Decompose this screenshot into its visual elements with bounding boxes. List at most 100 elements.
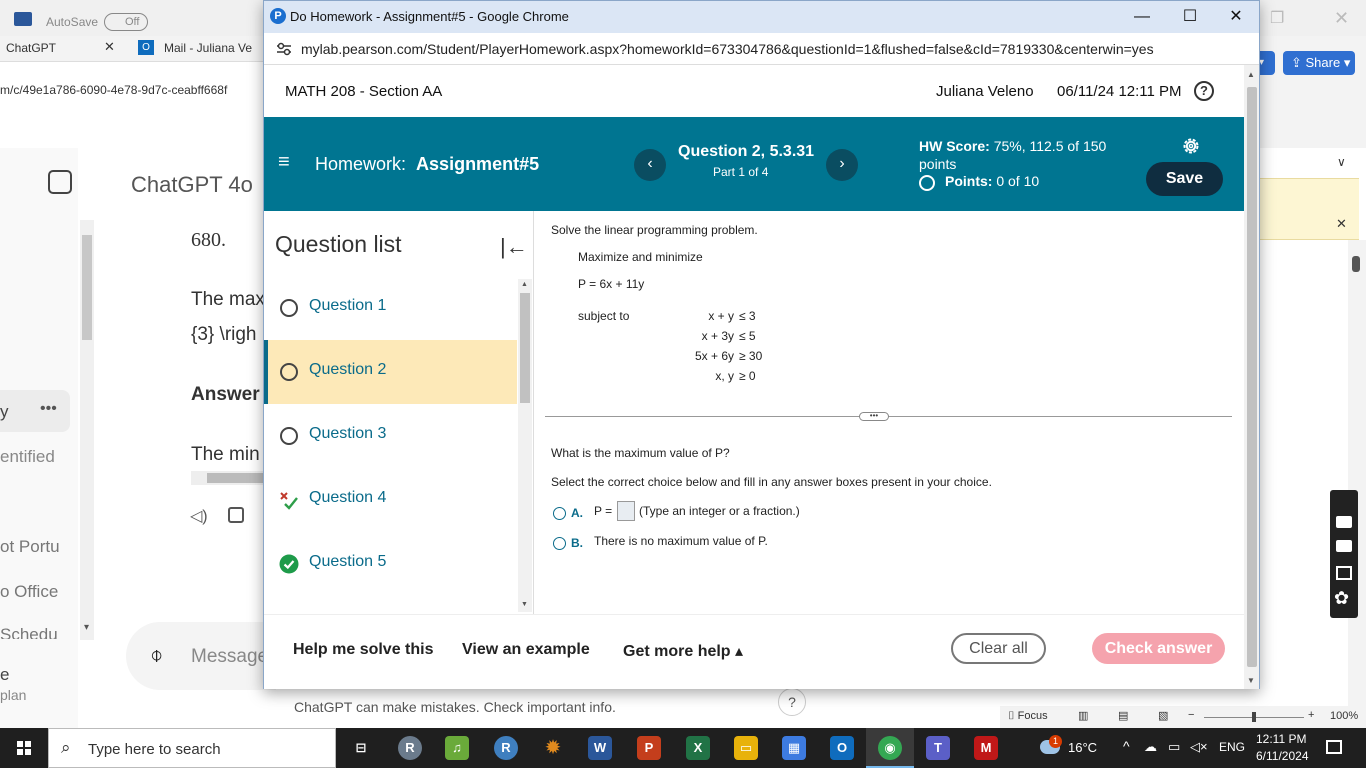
sidebar-item[interactable]: o Office xyxy=(0,582,58,602)
tab-mail[interactable]: Mail - Juliana Ve xyxy=(164,36,252,60)
sidebar-item[interactable]: Schedu xyxy=(0,625,58,639)
scroll-down-icon[interactable]: ▾ xyxy=(84,622,89,633)
rstudio-icon[interactable]: R xyxy=(398,736,422,760)
save-button[interactable]: Save xyxy=(1146,162,1223,196)
clock-time[interactable]: 12:11 PM xyxy=(1256,732,1306,746)
scroll-up-icon[interactable]: ▲ xyxy=(521,281,528,288)
settings-icon[interactable]: ✿ xyxy=(1334,588,1349,609)
window-icon[interactable] xyxy=(1336,566,1352,580)
camera-icon[interactable] xyxy=(1336,516,1352,528)
speaker-icon[interactable]: ◁) xyxy=(190,506,208,526)
choice-a-radio[interactable] xyxy=(553,507,566,520)
copy-icon[interactable] xyxy=(228,507,244,523)
music-app-icon[interactable]: ♫ xyxy=(445,736,469,760)
chatgpt-model-title[interactable]: ChatGPT 4o xyxy=(131,172,253,198)
background-url[interactable]: m/c/49e1a786-6090-4e78-9d7c-ceabff668f xyxy=(0,70,264,110)
attach-icon[interactable]: ⌽ xyxy=(150,642,163,668)
video-icon[interactable] xyxy=(1336,540,1352,552)
close-icon[interactable]: ✕ xyxy=(1214,5,1258,29)
clear-all-button[interactable]: Clear all xyxy=(951,633,1046,664)
help-me-solve-button[interactable]: Help me solve this xyxy=(293,641,434,659)
sidebar-item[interactable]: e xyxy=(0,665,9,685)
close-icon[interactable]: ✕ xyxy=(1336,216,1347,232)
volume-icon[interactable]: ◁× xyxy=(1190,739,1208,755)
battery-icon[interactable]: ▭ xyxy=(1168,739,1180,755)
focus-button[interactable]: ⌷ Focus xyxy=(1008,710,1048,723)
scrollbar-thumb[interactable] xyxy=(82,235,92,340)
zoom-in-icon[interactable]: + xyxy=(1308,709,1314,721)
file-explorer-icon[interactable]: ▭ xyxy=(734,736,758,760)
start-button[interactable] xyxy=(0,728,48,768)
choice-b-letter[interactable]: B. xyxy=(571,536,583,550)
chrome-icon[interactable]: ◉ xyxy=(878,736,902,760)
zoom-out-icon[interactable]: − xyxy=(1188,709,1194,721)
web-layout-icon[interactable]: ▧ xyxy=(1158,709,1168,722)
check-answer-button[interactable]: Check answer xyxy=(1092,633,1225,664)
sun-app-icon[interactable]: ✹ xyxy=(541,736,565,760)
outlook-icon[interactable]: O xyxy=(830,736,854,760)
help-icon[interactable]: ? xyxy=(1194,81,1214,101)
scroll-down-icon[interactable]: ▼ xyxy=(521,601,528,608)
question-list-item-2[interactable]: Question 2 xyxy=(264,340,517,404)
choice-a-letter[interactable]: A. xyxy=(571,506,583,520)
minimize-icon[interactable]: — xyxy=(1120,5,1164,29)
question-list-item-1[interactable]: Question 1 xyxy=(264,276,517,340)
previous-question-button[interactable]: ‹ xyxy=(634,149,666,181)
zoom-level[interactable]: 100% xyxy=(1330,710,1358,722)
tab-chatgpt[interactable]: ChatGPT xyxy=(6,36,56,60)
r-app-icon[interactable]: R xyxy=(494,736,518,760)
help-button[interactable]: ? xyxy=(778,688,806,716)
restore-icon[interactable]: ❐ xyxy=(1270,8,1284,28)
task-view-icon[interactable]: ⊟ xyxy=(349,736,373,760)
answer-input[interactable] xyxy=(617,501,635,521)
action-center-icon[interactable] xyxy=(1326,740,1342,754)
taskbar-search[interactable]: ⌕ Type here to search xyxy=(48,728,336,768)
clock-date[interactable]: 6/11/2024 xyxy=(1256,749,1309,763)
teams-icon[interactable]: T xyxy=(926,736,950,760)
mcafee-icon[interactable]: M xyxy=(974,736,998,760)
scroll-down-icon[interactable]: ▼ xyxy=(1247,676,1255,685)
sidebar-item[interactable]: ot Portu xyxy=(0,537,60,557)
zoom-slider-thumb[interactable] xyxy=(1252,712,1256,722)
window-titlebar[interactable]: P Do Homework - Assignment#5 - Google Ch… xyxy=(264,1,1259,33)
print-layout-icon[interactable]: ▤ xyxy=(1118,709,1128,722)
next-question-button[interactable]: › xyxy=(826,149,858,181)
share-button[interactable]: ⇪ Share ▾ xyxy=(1283,51,1355,75)
background-scrollbar[interactable] xyxy=(1348,240,1366,710)
address-bar[interactable]: mylab.pearson.com/Student/PlayerHomework… xyxy=(264,33,1259,65)
sidebar-item[interactable]: y xyxy=(0,402,9,422)
scrollbar-thumb[interactable] xyxy=(1247,87,1257,667)
chevron-down-icon[interactable]: ∨ xyxy=(1337,155,1346,169)
maximize-icon[interactable]: ☐ xyxy=(1168,5,1212,29)
excel-icon[interactable]: X xyxy=(686,736,710,760)
sidebar-item[interactable]: entified xyxy=(0,447,55,467)
choice-b-radio[interactable] xyxy=(553,537,566,550)
scrollbar-thumb[interactable] xyxy=(207,473,264,483)
menu-icon[interactable]: ≡ xyxy=(278,151,290,174)
get-more-help-button[interactable]: Get more help ▴ xyxy=(623,641,743,661)
gear-icon[interactable] xyxy=(1181,136,1201,156)
language[interactable]: ENG xyxy=(1219,740,1245,754)
chat-code-scrollbar[interactable] xyxy=(191,471,264,485)
read-mode-icon[interactable]: ▥ xyxy=(1078,709,1088,722)
powerpoint-icon[interactable]: P xyxy=(637,736,661,760)
message-input[interactable]: ⌽ Message xyxy=(126,622,276,690)
question-list-item-5[interactable]: Question 5 xyxy=(264,532,517,596)
scrollbar-thumb[interactable] xyxy=(520,293,530,403)
autosave-toggle[interactable]: Off xyxy=(104,13,148,31)
collapse-panel-icon[interactable]: |← xyxy=(500,234,528,260)
sidebar-item[interactable]: plan xyxy=(0,687,26,703)
scrollbar-thumb[interactable] xyxy=(1352,256,1360,272)
view-example-button[interactable]: View an example xyxy=(462,641,590,659)
word-icon[interactable]: W xyxy=(588,736,612,760)
scroll-up-icon[interactable]: ▲ xyxy=(1247,70,1255,79)
chevron-down-icon[interactable]: ▾ xyxy=(1259,51,1275,75)
network-icon[interactable]: ☁ xyxy=(1144,739,1157,755)
site-settings-icon[interactable] xyxy=(276,42,292,56)
tab-close-icon[interactable]: ✕ xyxy=(104,39,115,55)
weather-temp[interactable]: 16°C xyxy=(1068,740,1097,755)
store-icon[interactable]: ▦ xyxy=(782,736,806,760)
chevron-up-icon[interactable]: ^ xyxy=(1123,738,1130,754)
question-list-item-3[interactable]: Question 3 xyxy=(264,404,517,468)
divider-handle[interactable]: ••• xyxy=(859,412,889,421)
